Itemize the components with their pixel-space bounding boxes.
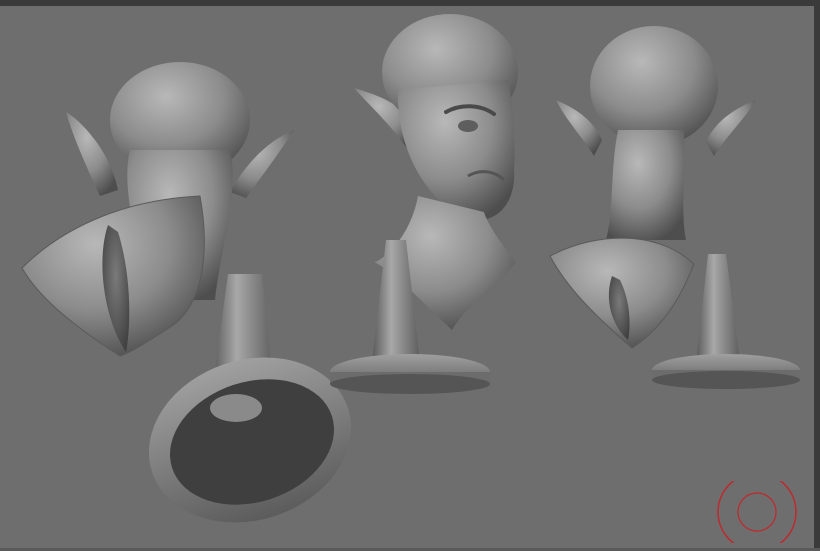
viewport-frame-right <box>814 0 820 551</box>
head-front-three-quarter-view[interactable] <box>354 14 518 330</box>
face <box>397 80 515 221</box>
brush-cursor-icon <box>717 481 797 543</box>
stand-inner-cone <box>210 394 262 422</box>
sculpt-viewport[interactable] <box>0 0 820 551</box>
stand-base-bottom <box>652 371 800 389</box>
eye <box>458 120 478 132</box>
ear-left <box>66 112 118 196</box>
stand-base-bottom <box>330 374 490 394</box>
stand-cone <box>696 254 740 362</box>
viewport-frame-top <box>0 0 820 6</box>
neck <box>606 130 686 240</box>
skull <box>590 26 718 146</box>
scene-canvas[interactable] <box>0 0 820 551</box>
ear-right <box>706 100 756 156</box>
